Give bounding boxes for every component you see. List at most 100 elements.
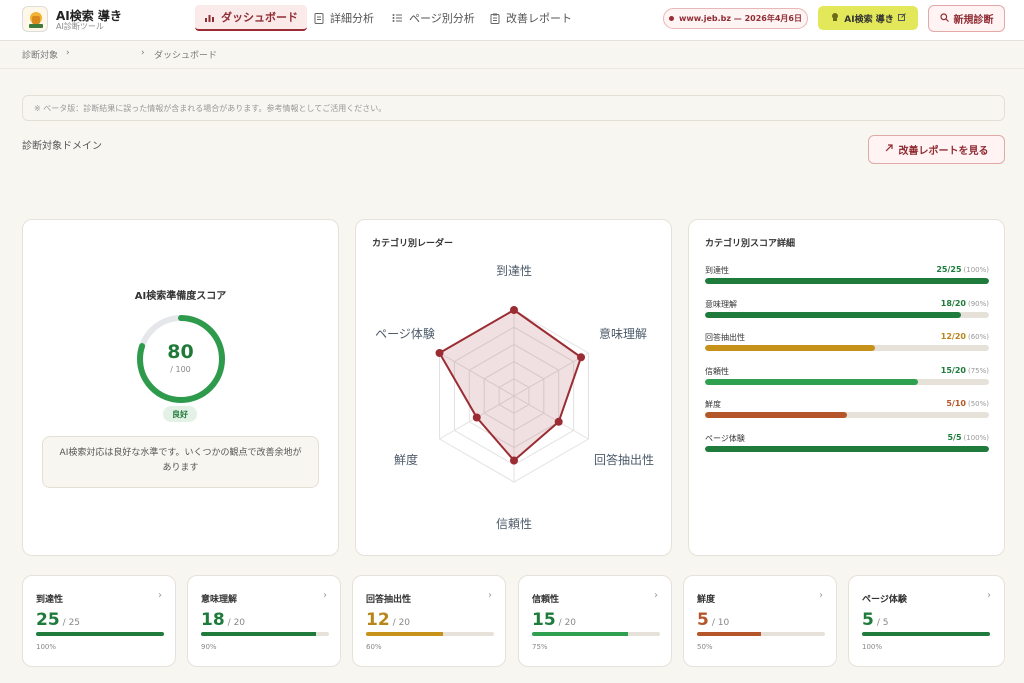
list-icon	[392, 13, 403, 23]
category-score-percent: (60%)	[967, 333, 989, 341]
category-card-max: / 20	[392, 618, 411, 628]
category-summary-card[interactable]: 到達性 › 25/ 25 100%	[22, 575, 176, 667]
category-score-value: 5/5	[947, 432, 962, 442]
category-card-progress-fill	[201, 632, 317, 636]
category-card-progress-track	[862, 632, 990, 636]
category-name: 信頼性	[705, 366, 729, 376]
view-report-button[interactable]: 改善レポートを見る	[868, 135, 1005, 164]
category-card-value: 15	[532, 610, 556, 630]
category-summary-card[interactable]: 意味理解 › 18/ 20 90%	[187, 575, 341, 667]
category-name: 意味理解	[705, 299, 737, 309]
chevron-right-icon: ›	[158, 590, 162, 601]
breadcrumb-current: ダッシュボード	[154, 51, 218, 61]
domain-date-text: www.jeb.bz — 2026年4月6日	[679, 14, 802, 23]
view-report-label: 改善レポートを見る	[898, 146, 989, 157]
category-card-progress-track	[697, 632, 825, 636]
category-card-value: 25	[36, 610, 60, 630]
category-card-progress-track	[36, 632, 164, 636]
category-summary-card[interactable]: 回答抽出性 › 12/ 20 60%	[352, 575, 506, 667]
category-card-score: 12/ 20	[366, 610, 410, 630]
radar-axis-label: 信頼性	[496, 517, 532, 531]
category-card-progress-track	[366, 632, 494, 636]
category-card-progress-track	[201, 632, 329, 636]
category-card-name: 意味理解	[201, 595, 238, 605]
category-card-max: / 25	[62, 618, 81, 628]
arrow-up-right-icon	[885, 144, 893, 155]
category-score: 18/20 (90%)	[941, 299, 989, 308]
category-score-value: 18/20	[940, 298, 966, 308]
score-detail-row: 回答抽出性 12/20 (60%)	[705, 332, 989, 362]
category-score-percent: (50%)	[967, 400, 989, 408]
tab-dashboard[interactable]: ダッシュボード	[195, 5, 307, 31]
chevron-right-icon: ›	[987, 590, 991, 601]
category-card-max: / 20	[227, 618, 246, 628]
category-progress-fill	[705, 311, 961, 318]
score-value: 80	[167, 341, 194, 363]
score-detail-row: 到達性 25/25 (100%)	[705, 265, 989, 295]
new-diagnosis-button[interactable]: 新規診断	[928, 5, 1005, 32]
tab-improvement-report-label: 改善レポート	[506, 12, 572, 25]
category-progress-fill	[705, 278, 989, 284]
radar-point	[554, 417, 563, 426]
category-card-percent: 60%	[366, 643, 382, 651]
category-card-score: 5/ 10	[697, 610, 729, 630]
category-summary-card[interactable]: 鮮度 › 5/ 10 50%	[683, 575, 837, 667]
category-card-score: 18/ 20	[201, 610, 245, 630]
category-score-percent: (75%)	[967, 366, 989, 375]
breadcrumb-root[interactable]: 診断対象	[22, 48, 58, 61]
category-progress-fill	[705, 378, 918, 385]
category-card-progress-track	[532, 632, 660, 636]
brand-logo[interactable]	[22, 6, 48, 32]
ai-search-button[interactable]: AI検索 導き	[818, 6, 918, 30]
category-name: 到達性	[705, 266, 729, 275]
radar-point	[577, 353, 586, 362]
ai-search-button-label: AI検索 導き	[844, 14, 894, 25]
tab-dashboard-label: ダッシュボード	[221, 11, 298, 24]
category-progress-fill	[705, 445, 989, 452]
score-card-title: AI検索準備度スコア	[134, 291, 227, 302]
category-score-value: 5/10	[946, 399, 966, 408]
tab-detail-analysis-label: 詳細分析	[330, 12, 374, 25]
category-score: 25/25 (100%)	[936, 265, 989, 274]
category-card-value: 12	[366, 610, 390, 630]
radar-point	[435, 349, 444, 357]
clipboard-icon	[490, 13, 500, 24]
category-progress-track	[705, 378, 989, 385]
radar-chart: 到達性意味理解回答抽出性信頼性 鮮度 ページ体験	[375, 264, 654, 531]
category-score: 15/20 (75%)	[941, 366, 989, 375]
category-card-score: 15/ 20	[532, 610, 576, 630]
category-card-max: / 20	[558, 618, 577, 628]
score-detail-row: 意味理解 18/20 (90%)	[705, 299, 989, 329]
radar-point	[510, 306, 518, 314]
category-card-value: 5	[862, 610, 874, 630]
tab-page-analysis[interactable]: ページ別分析	[392, 5, 475, 31]
tab-page-analysis-label: ページ別分析	[409, 12, 475, 25]
category-card-value: 18	[201, 610, 225, 630]
category-card-name: 到達性	[36, 595, 64, 605]
radar-axis-label: 回答抽出性	[594, 452, 654, 467]
chevron-right-icon: ›	[488, 590, 492, 601]
beta-notice: ※ ベータ版：診断結果に誤った情報が含まれる場合があります。参考情報としてご活用…	[22, 95, 1005, 121]
tab-improvement-report[interactable]: 改善レポート	[490, 5, 572, 31]
category-progress-fill	[705, 345, 876, 351]
tab-detail-analysis[interactable]: 詳細分析	[314, 5, 374, 31]
category-card-name: 鮮度	[697, 595, 716, 605]
category-card-progress-fill	[697, 632, 761, 636]
chevron-right-icon: ›	[819, 590, 823, 601]
breadcrumb-separator-icon: ›	[141, 48, 145, 58]
score-detail-card: カテゴリ別スコア詳細 到達性 25/25 (100%) 意味理解 18/20 (90%) 回…	[688, 219, 1005, 556]
category-summary-card[interactable]: ページ体験 › 5/ 5 100%	[848, 575, 1005, 667]
category-score: 5/10 (50%)	[946, 399, 989, 408]
category-card-score: 25/ 25	[36, 610, 80, 630]
score-message: AI検索対応は良好な水準です。いくつかの観点で改善余地があります	[42, 436, 319, 488]
score-card: AI検索準備度スコア 80 / 100 良好 AI検索対応は良好な水準です。いく…	[22, 219, 339, 556]
search-icon	[939, 12, 949, 25]
top-header: AI検索 導き AI診断ツール ダッシュボード 詳細分析 ページ別分析 改善レポ…	[0, 0, 1024, 41]
category-name: 鮮度	[705, 400, 721, 409]
category-progress-fill	[705, 412, 847, 418]
category-summary-card[interactable]: 信頼性 › 15/ 20 75%	[518, 575, 672, 667]
radar-axis-label: 意味理解	[599, 326, 647, 341]
category-score-value: 12/20	[940, 332, 966, 341]
category-card-progress-fill	[532, 632, 628, 636]
bar-chart-icon	[204, 12, 215, 23]
